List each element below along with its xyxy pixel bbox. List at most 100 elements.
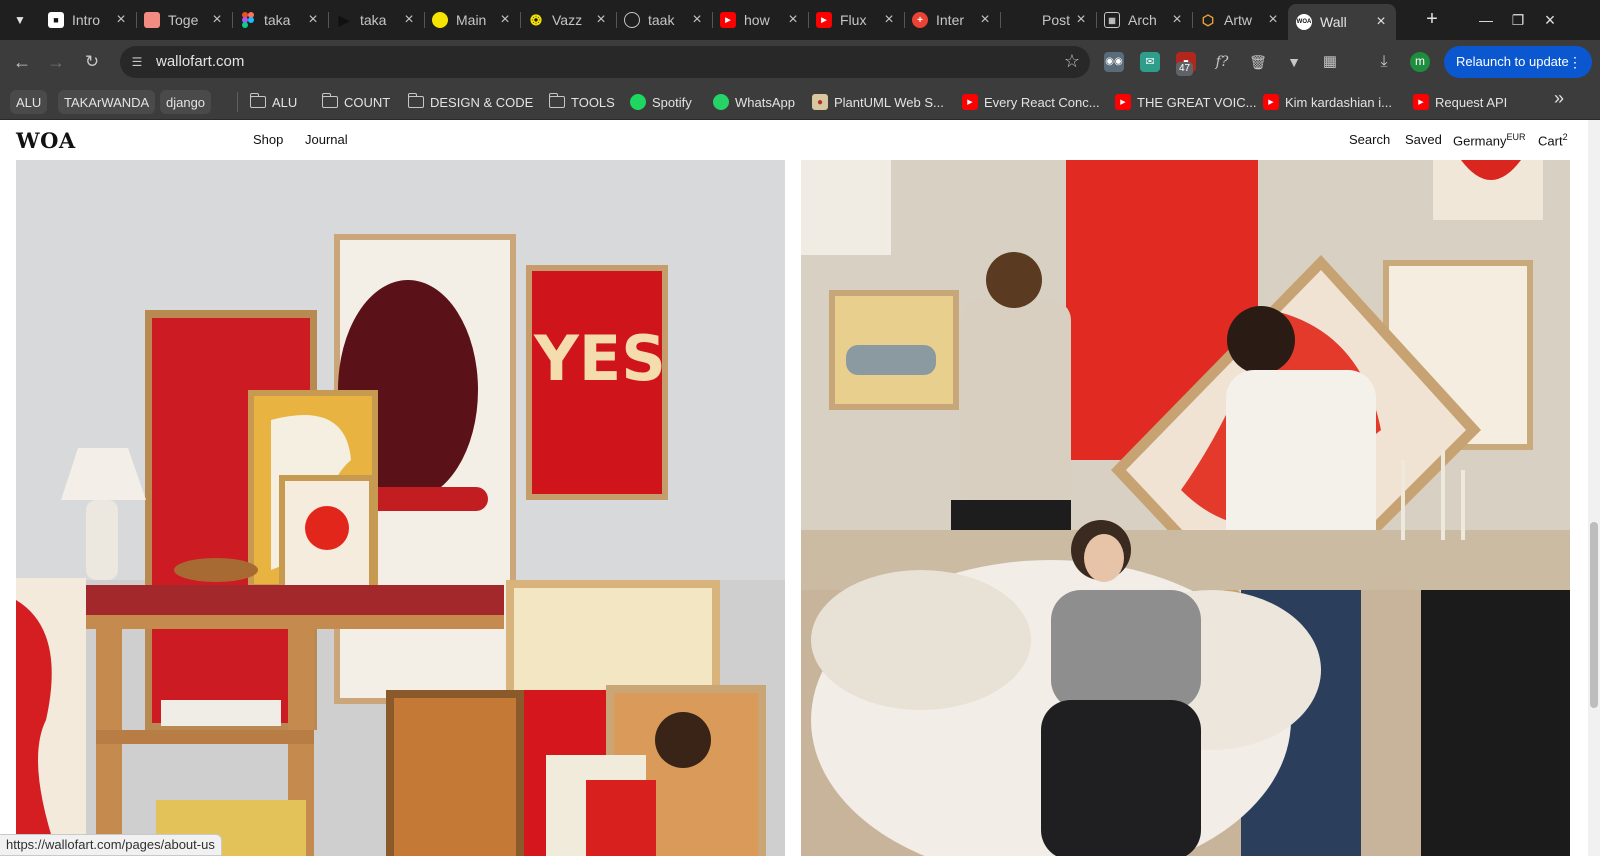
- tab-9[interactable]: ▶ Flux ×: [808, 6, 904, 34]
- webpage: WOA Shop Journal Search Saved GermanyEUR…: [0, 120, 1600, 856]
- bookmark-folder-tools[interactable]: TOOLS: [548, 90, 615, 114]
- bookmark-spotify[interactable]: Spotify: [630, 90, 692, 114]
- bookmark-folder-count[interactable]: COUNT: [321, 90, 390, 114]
- bookmark-folder-alu[interactable]: ALU: [249, 90, 298, 114]
- bookmark-chip-takarwanda[interactable]: TAKArWANDA: [58, 90, 156, 114]
- extension-eyes-icon[interactable]: ◉◉: [1104, 52, 1124, 72]
- tab-4[interactable]: ▶ taka ×: [328, 6, 424, 34]
- close-icon[interactable]: ×: [1072, 11, 1090, 29]
- nav-shop-link[interactable]: Shop: [253, 132, 283, 147]
- close-icon[interactable]: ×: [976, 11, 994, 29]
- tab-13[interactable]: ⬡ Artw ×: [1192, 6, 1288, 34]
- scrollbar-thumb[interactable]: [1590, 522, 1598, 708]
- bookmark-folder-design-code[interactable]: DESIGN & CODE: [407, 90, 533, 114]
- tab-2[interactable]: Toge ×: [136, 6, 232, 34]
- youtube-icon: ▶: [720, 12, 736, 28]
- bookmark-whatsapp[interactable]: WhatsApp: [713, 90, 795, 114]
- close-icon[interactable]: ×: [112, 11, 130, 29]
- nav-search-link[interactable]: Search: [1349, 132, 1390, 147]
- youtube-icon: ▶: [1263, 94, 1279, 110]
- tab-5[interactable]: Main ×: [424, 6, 520, 34]
- bookmark-youtube-voice[interactable]: ▶ THE GREAT VOIC...: [1115, 90, 1256, 114]
- bookmark-star-icon[interactable]: ☆: [1064, 51, 1080, 72]
- tab-6[interactable]: ❂ Vazz ×: [520, 6, 616, 34]
- reload-icon[interactable]: ↻: [80, 50, 104, 74]
- more-menu-icon[interactable]: ⋮: [1568, 46, 1582, 78]
- tab-strip: ▼ ■ Intro × Toge × taka × ▶ taka × Main …: [0, 0, 1600, 40]
- nav-journal-link[interactable]: Journal: [305, 132, 348, 147]
- extension-mail-icon[interactable]: ✉: [1140, 52, 1160, 72]
- gallery-photo-right[interactable]: [801, 160, 1570, 856]
- bookmarks-divider: [237, 92, 238, 112]
- bookmark-youtube-react[interactable]: ▶ Every React Conc...: [962, 90, 1100, 114]
- tab-title: Artw: [1224, 12, 1252, 28]
- back-arrow-icon[interactable]: ←: [10, 50, 34, 74]
- bookmark-youtube-kim[interactable]: ▶ Kim kardashian i...: [1263, 90, 1392, 114]
- vuetify-icon[interactable]: ▼: [1284, 52, 1304, 72]
- tab-1[interactable]: ■ Intro ×: [40, 6, 136, 34]
- cart-label: Cart: [1538, 133, 1563, 149]
- tab-11[interactable]: Post ×: [1000, 6, 1096, 34]
- tab-title: Toge: [168, 12, 199, 28]
- minimize-icon[interactable]: —: [1474, 8, 1498, 32]
- browser-toolbar: ← → ↻ ☰ wallofart.com ☆ ◉◉ ✉ ■ 🗑 f? ▼ ▦ …: [0, 40, 1600, 84]
- bookmark-label: PlantUML Web S...: [834, 94, 944, 110]
- grid-icon: ▦: [1104, 12, 1120, 28]
- more-bookmarks-chevron-icon[interactable]: »: [1554, 88, 1564, 109]
- bookmark-plantuml[interactable]: ● PlantUML Web S...: [812, 90, 944, 114]
- extensions-puzzle-icon[interactable]: ▦: [1320, 52, 1340, 72]
- bookmark-label: TOOLS: [571, 94, 615, 110]
- link-status-url: https://wallofart.com/pages/about-us: [0, 834, 222, 856]
- close-icon[interactable]: ×: [784, 11, 802, 29]
- forward-arrow-icon[interactable]: →: [44, 50, 68, 74]
- tab-12[interactable]: ▦ Arch ×: [1096, 6, 1192, 34]
- gallery-photo-left[interactable]: YES: [16, 160, 785, 856]
- bookmark-chip-django[interactable]: django: [160, 90, 212, 114]
- bookmark-label: TAKArWANDA: [64, 94, 150, 110]
- bookmark-chip-alu[interactable]: ALU: [10, 90, 48, 114]
- close-icon[interactable]: ×: [1168, 11, 1186, 29]
- vazzio-icon: ❂: [530, 11, 542, 28]
- tab-8[interactable]: ▶ how ×: [712, 6, 808, 34]
- trash-icon[interactable]: 🗑: [1248, 52, 1268, 72]
- url-text[interactable]: wallofart.com: [156, 53, 244, 70]
- nav-cart-link[interactable]: Cart2: [1538, 132, 1568, 148]
- close-icon[interactable]: ×: [304, 11, 322, 29]
- page-scrollbar[interactable]: [1588, 120, 1600, 856]
- close-icon[interactable]: ×: [496, 11, 514, 29]
- profile-avatar[interactable]: m: [1410, 52, 1430, 72]
- site-settings-icon[interactable]: ☰: [128, 53, 146, 71]
- currency-label: EUR: [1506, 132, 1526, 142]
- tab-title: Inter: [936, 12, 965, 28]
- tab-3[interactable]: taka ×: [232, 6, 328, 34]
- close-icon[interactable]: ×: [880, 11, 898, 29]
- youtube-icon: ▶: [962, 94, 978, 110]
- site-logo[interactable]: WOA: [16, 128, 76, 153]
- close-window-icon[interactable]: ×: [1538, 8, 1562, 32]
- new-tab-button[interactable]: +: [1420, 8, 1444, 32]
- close-icon[interactable]: ×: [400, 11, 418, 29]
- restore-icon[interactable]: ❐: [1506, 8, 1530, 32]
- tab-7[interactable]: taak ×: [616, 6, 712, 34]
- tab-10[interactable]: + Inter ×: [904, 6, 1000, 34]
- tab-search-chevron-icon[interactable]: ▼: [8, 8, 32, 32]
- relaunch-to-update-button[interactable]: Relaunch to update ⋮: [1444, 46, 1592, 78]
- bookmark-label: ALU: [272, 94, 298, 110]
- nav-region-selector[interactable]: GermanyEUR: [1453, 132, 1525, 148]
- close-icon[interactable]: ×: [592, 11, 610, 29]
- address-bar[interactable]: ☰ wallofart.com ☆: [120, 46, 1090, 78]
- bookmark-youtube-request-api[interactable]: ▶ Request API: [1413, 90, 1507, 114]
- close-icon[interactable]: ×: [1264, 11, 1282, 29]
- download-icon[interactable]: ⤓: [1374, 52, 1394, 72]
- tab-14-active[interactable]: WOA Wall ×: [1288, 4, 1396, 40]
- tab-title: Wall: [1320, 14, 1347, 30]
- spotify-icon: [630, 94, 646, 110]
- close-icon[interactable]: ×: [208, 11, 226, 29]
- tab-title: Post: [1042, 12, 1071, 28]
- function-icon[interactable]: f?: [1212, 52, 1232, 72]
- close-icon[interactable]: ×: [1372, 13, 1390, 31]
- close-icon[interactable]: ×: [688, 11, 706, 29]
- nav-saved-link[interactable]: Saved: [1405, 132, 1442, 147]
- play-icon: ▶: [338, 11, 350, 28]
- bookmark-label: ALU: [16, 94, 42, 110]
